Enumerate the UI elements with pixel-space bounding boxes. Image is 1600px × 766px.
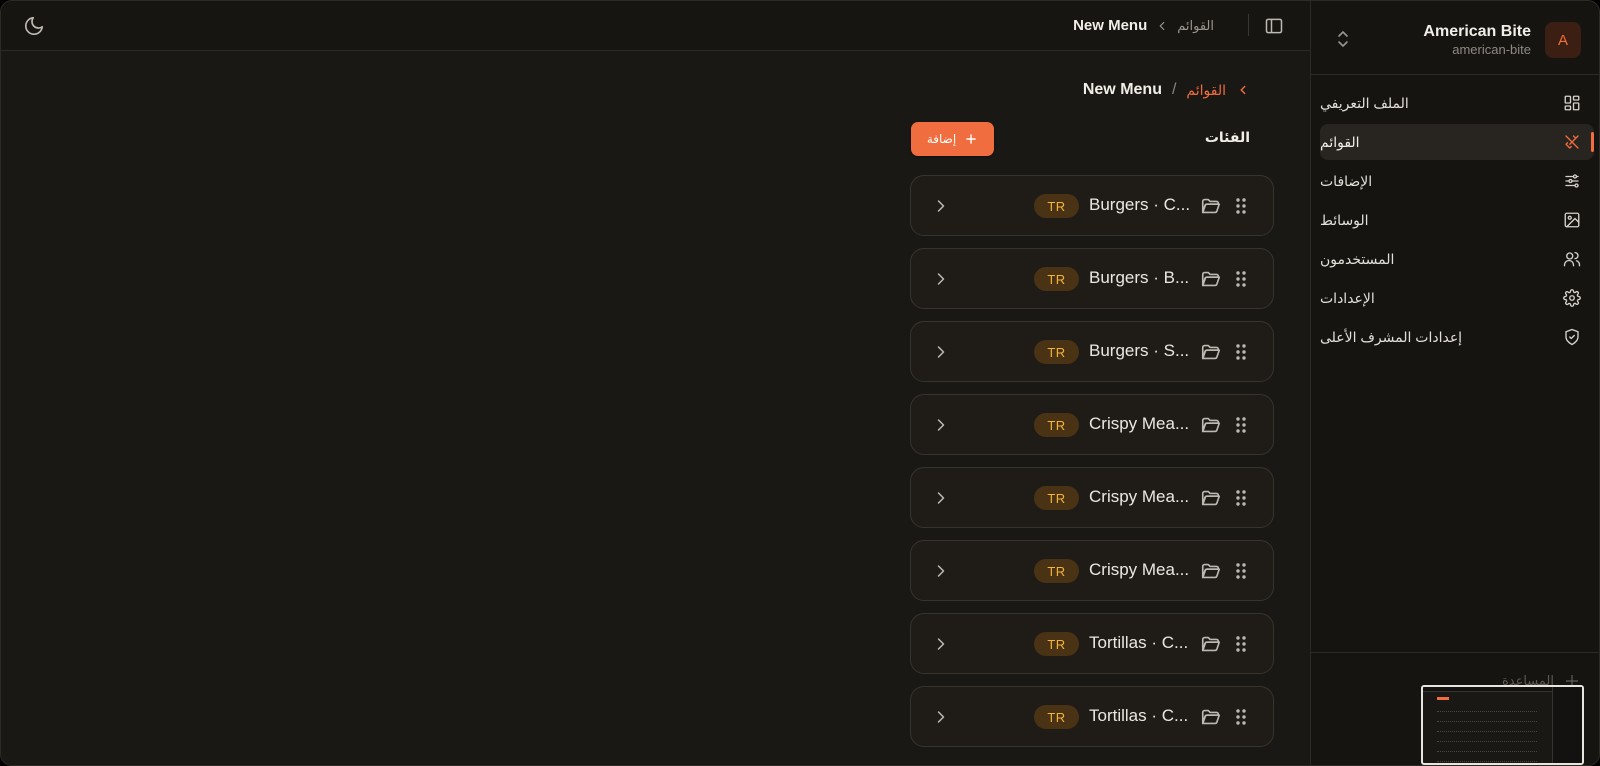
- top-breadcrumb-menus-link[interactable]: القوائم: [1177, 18, 1214, 34]
- language-badge: TR: [1034, 632, 1079, 656]
- category-row[interactable]: TR Burgers · S...: [910, 321, 1274, 382]
- chevron-right-icon[interactable]: [931, 342, 951, 362]
- dashboard-grid-icon: [1564, 95, 1580, 111]
- chevron-right-icon[interactable]: [931, 634, 951, 654]
- folder-open-icon: [1201, 271, 1221, 287]
- page-breadcrumb-menus-link[interactable]: القوائم: [1186, 82, 1226, 99]
- sidebar-item-label: الإضافات: [1320, 172, 1373, 189]
- chevron-left-icon[interactable]: [1236, 83, 1250, 97]
- sidebar-item-shield-check[interactable]: إعدادات المشرف الأعلى: [1320, 319, 1594, 355]
- drag-handle-icon[interactable]: [1232, 706, 1250, 728]
- category-row[interactable]: TR Crispy Mea...: [910, 540, 1274, 601]
- category-name: Crispy Mea...: [1089, 487, 1190, 506]
- category-name: Crispy Mea...: [1089, 560, 1190, 579]
- sidebar-toggle-icon[interactable]: [1264, 16, 1284, 36]
- page-breadcrumb-current: New Menu: [1082, 81, 1162, 98]
- category-name: Burgers · C...: [1089, 195, 1191, 214]
- drag-handle-icon[interactable]: [1232, 268, 1250, 290]
- category-name: Tortillas · C...: [1089, 633, 1189, 652]
- drag-handle-icon[interactable]: [1232, 487, 1250, 509]
- sidebar-item-sliders[interactable]: الإضافات: [1320, 163, 1594, 199]
- sidebar-item-gear[interactable]: الإعدادات: [1320, 280, 1594, 316]
- breadcrumb-separator: /: [1171, 81, 1177, 98]
- top-bar: New Menu القوائم: [1, 1, 1310, 51]
- org-switcher[interactable]: A American Bite american-bite: [1311, 1, 1599, 75]
- sidebar-item-users[interactable]: المستخدمون: [1320, 241, 1594, 277]
- chevron-right-icon[interactable]: [931, 707, 951, 727]
- top-breadcrumb: New Menu القوائم: [1073, 17, 1214, 34]
- chevron-right-icon[interactable]: [931, 196, 951, 216]
- gear-icon: [1563, 289, 1581, 307]
- shield-check-icon: [1565, 328, 1579, 346]
- folder-open-icon: [1201, 198, 1221, 214]
- add-category-button[interactable]: إضافة: [911, 122, 994, 156]
- drag-handle-icon[interactable]: [1232, 560, 1250, 582]
- folder-open-icon: [1201, 636, 1221, 652]
- categories-title: الفئات: [1204, 129, 1250, 145]
- folder-open-icon: [1201, 563, 1221, 579]
- drag-handle-icon[interactable]: [1232, 341, 1250, 363]
- sidebar-item-utensils[interactable]: القوائم: [1320, 124, 1594, 160]
- folder-open-icon: [1201, 709, 1221, 725]
- sidebar-item-label: إعدادات المشرف الأعلى: [1320, 328, 1463, 345]
- moon-icon[interactable]: [23, 15, 45, 37]
- chevron-right-icon[interactable]: [931, 415, 951, 435]
- org-name: American Bite: [1423, 23, 1531, 40]
- org-slug: american-bite: [1452, 42, 1531, 57]
- category-name: Burgers · B...: [1089, 268, 1190, 287]
- sidebar-item-label: القوائم: [1320, 133, 1360, 150]
- folder-open-icon: [1201, 417, 1221, 433]
- chevron-right-icon[interactable]: [931, 488, 951, 508]
- add-button-label: إضافة: [926, 132, 957, 146]
- folder-open-icon: [1201, 490, 1221, 506]
- main-content: New Menu القوائم New Menu / القوائم الفئ…: [1, 1, 1310, 765]
- chevrons-up-down-icon: [1338, 31, 1348, 47]
- utensils-icon: [1565, 135, 1579, 149]
- sidebar-item-label: المستخدمون: [1320, 250, 1395, 267]
- drag-handle-icon[interactable]: [1232, 414, 1250, 436]
- category-row[interactable]: TR Crispy Mea...: [910, 394, 1274, 455]
- sidebar-nav: الملف التعريفي القوائم الإضافات الوسائط المس…: [1320, 85, 1594, 358]
- category-row[interactable]: TR Crispy Mea...: [910, 467, 1274, 528]
- drag-handle-icon[interactable]: [1232, 195, 1250, 217]
- chevron-right-icon[interactable]: [931, 561, 951, 581]
- language-badge: TR: [1034, 705, 1079, 729]
- page-preview-thumbnail: [1421, 685, 1584, 765]
- top-divider: [1248, 14, 1249, 36]
- category-list: TR Burgers · C... TR Burgers · B... TR Burger…: [910, 175, 1274, 759]
- sidebar-item-label: الملف التعريفي: [1320, 94, 1409, 111]
- category-row[interactable]: TR Tortillas · C...: [910, 613, 1274, 674]
- sliders-icon: [1565, 174, 1579, 188]
- page-breadcrumb: New Menu / القوائم: [1083, 81, 1250, 99]
- active-indicator: [1591, 132, 1594, 152]
- language-badge: TR: [1034, 559, 1079, 583]
- users-icon: [1563, 251, 1581, 267]
- sidebar-item-label: الإعدادات: [1320, 289, 1375, 306]
- category-row[interactable]: TR Burgers · B...: [910, 248, 1274, 309]
- sidebar-item-image[interactable]: الوسائط: [1320, 202, 1594, 238]
- chevron-left-icon: [1159, 21, 1165, 30]
- language-badge: TR: [1034, 194, 1079, 218]
- chevron-right-icon[interactable]: [931, 269, 951, 289]
- app-window: New Menu القوائم New Menu / القوائم الفئ…: [0, 0, 1600, 766]
- category-name: Crispy Mea...: [1089, 414, 1190, 433]
- sidebar: A American Bite american-bite الملف التع…: [1310, 1, 1599, 765]
- drag-handle-icon[interactable]: [1232, 633, 1250, 655]
- image-icon: [1564, 212, 1580, 228]
- language-badge: TR: [1034, 340, 1079, 364]
- sidebar-item-dashboard-grid[interactable]: الملف التعريفي: [1320, 85, 1594, 121]
- language-badge: TR: [1034, 486, 1079, 510]
- folder-open-icon: [1201, 344, 1221, 360]
- category-row[interactable]: TR Burgers · C...: [910, 175, 1274, 236]
- category-name: Tortillas · C...: [1089, 706, 1189, 725]
- category-name: Burgers · S...: [1089, 341, 1190, 360]
- top-breadcrumb-current: New Menu: [1073, 17, 1148, 34]
- language-badge: TR: [1034, 267, 1079, 291]
- plus-icon: [966, 134, 976, 144]
- language-badge: TR: [1034, 413, 1079, 437]
- category-row[interactable]: TR Tortillas · C...: [910, 686, 1274, 747]
- sidebar-item-label: الوسائط: [1320, 211, 1369, 228]
- avatar: A: [1545, 22, 1581, 58]
